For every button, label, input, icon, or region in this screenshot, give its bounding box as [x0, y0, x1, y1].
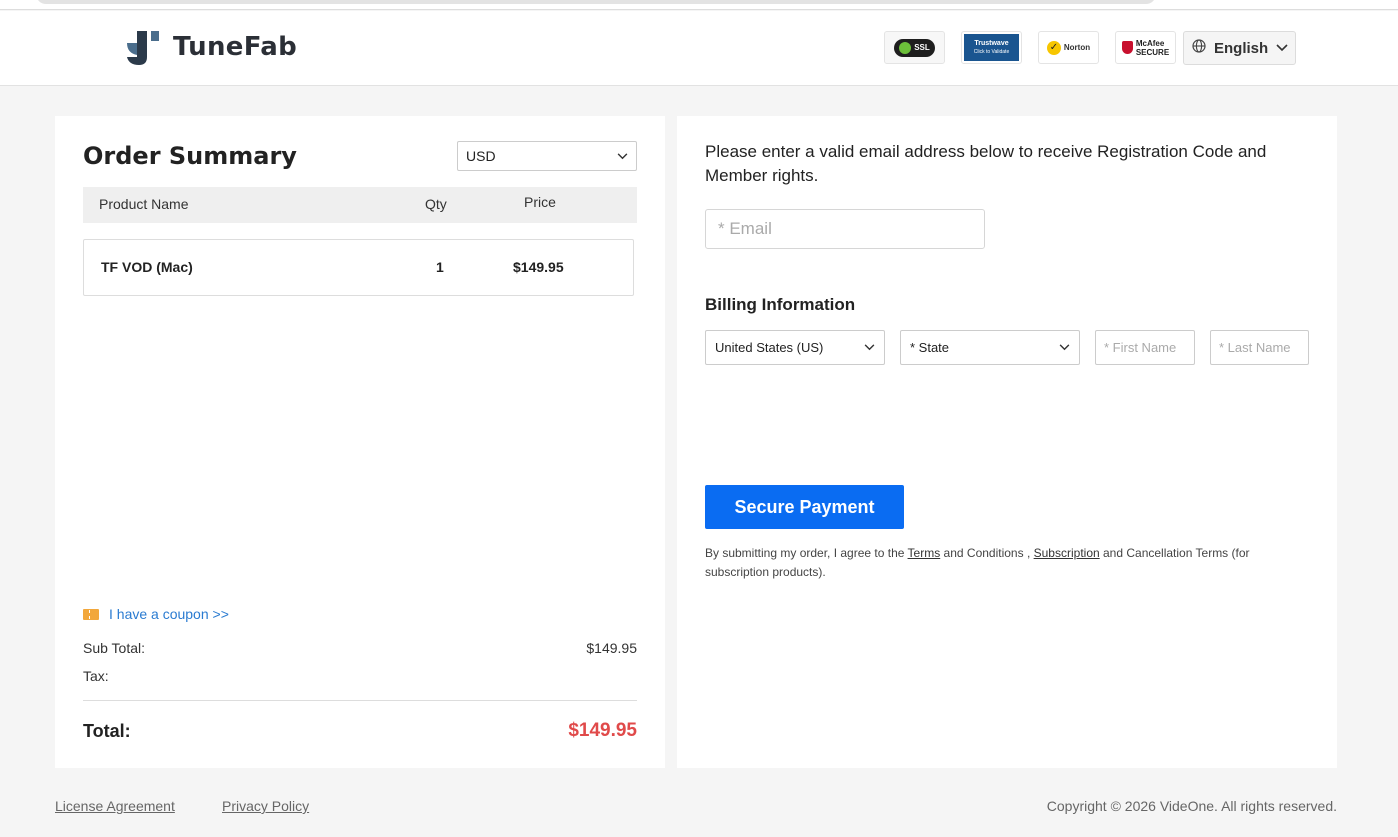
terms-text: By submitting my order, I agree to the T… — [705, 544, 1295, 582]
language-label: English — [1214, 39, 1269, 57]
lock-icon — [899, 41, 912, 54]
chevron-down-icon — [1059, 344, 1070, 351]
logo[interactable]: TuneFab — [123, 27, 297, 67]
state-select[interactable]: * State — [900, 330, 1080, 365]
license-agreement-link[interactable]: License Agreement — [55, 798, 175, 814]
divider — [83, 700, 637, 701]
product-price: $149.95 — [513, 259, 564, 275]
tax-row: Tax: — [83, 668, 637, 684]
chevron-down-icon — [864, 344, 875, 351]
total-value: $149.95 — [568, 720, 637, 741]
trustwave-badge[interactable]: Trustwave Click to Validate — [961, 31, 1022, 64]
browser-top-strip — [0, 0, 1398, 10]
first-name-field[interactable] — [1095, 330, 1195, 365]
ssl-label: SSL — [914, 43, 930, 52]
checkout-form-panel: Please enter a valid email address below… — [677, 116, 1337, 768]
shield-icon — [1121, 41, 1133, 54]
chevron-down-icon — [617, 152, 628, 160]
copyright: Copyright © 2026 VideOne. All rights res… — [1046, 798, 1337, 814]
checkmark-icon: ✓ — [1046, 40, 1061, 55]
privacy-policy-link[interactable]: Privacy Policy — [222, 798, 309, 814]
order-summary-title: Order Summary — [83, 142, 297, 170]
subtotal-label: Sub Total: — [83, 640, 146, 656]
mcafee-label: McAfee — [1135, 38, 1165, 48]
mcafee-badge[interactable]: McAfee SECURE — [1115, 31, 1176, 64]
mcafee-secure-label: SECURE — [1135, 47, 1170, 57]
terms-prefix: By submitting my order, I agree to the — [705, 546, 908, 560]
subtotal-row: Sub Total: $149.95 — [83, 640, 637, 656]
billing-title: Billing Information — [705, 295, 856, 314]
tax-label: Tax: — [83, 668, 109, 684]
terms-link[interactable]: Terms — [908, 546, 941, 560]
scroll-bar — [36, 0, 1156, 4]
currency-value: USD — [466, 148, 496, 164]
trust-badges: SSL Trustwave Click to Validate ✓ Norton M… — [884, 31, 1176, 64]
order-table-header: Product Name Qty Price — [83, 187, 637, 223]
language-selector[interactable]: English — [1183, 31, 1296, 65]
ssl-badge[interactable]: SSL — [884, 31, 945, 64]
terms-middle: and Conditions , — [940, 546, 1034, 560]
norton-label: Norton — [1063, 43, 1091, 52]
coupon-label: I have a coupon >> — [109, 606, 229, 622]
chevron-down-icon — [1276, 44, 1288, 52]
total-label: Total: — [83, 721, 131, 741]
globe-icon — [1192, 39, 1206, 57]
brand-name: TuneFab — [173, 32, 298, 62]
product-name: TF VOD (Mac) — [101, 259, 193, 275]
trustwave-label: Trustwave — [974, 39, 1009, 47]
currency-select[interactable]: USD — [457, 141, 637, 171]
email-field[interactable] — [705, 209, 985, 249]
column-price: Price — [524, 194, 556, 210]
secure-payment-button[interactable]: Secure Payment — [705, 485, 904, 529]
column-qty: Qty — [425, 196, 447, 212]
last-name-field[interactable] — [1210, 330, 1309, 365]
ticket-icon — [83, 608, 99, 620]
norton-badge[interactable]: ✓ Norton — [1038, 31, 1099, 64]
order-summary-panel: Order Summary USD Product Name Qty Price… — [55, 116, 665, 768]
product-qty: 1 — [436, 259, 444, 275]
table-row: TF VOD (Mac) 1 $149.95 — [83, 239, 634, 296]
subscription-link[interactable]: Subscription — [1034, 546, 1100, 560]
trustwave-sub-label: Click to Validate — [973, 48, 1010, 55]
email-instruction: Please enter a valid email address below… — [705, 142, 1267, 185]
subtotal-value: $149.95 — [586, 640, 637, 656]
site-header: TuneFab SSL Trustwave Click to Validate ✓… — [0, 11, 1398, 86]
country-value: United States (US) — [715, 340, 824, 355]
tunefab-logo-icon — [123, 27, 163, 67]
coupon-link[interactable]: I have a coupon >> — [83, 606, 229, 622]
country-select[interactable]: United States (US) — [705, 330, 885, 365]
state-value: * State — [910, 340, 950, 355]
column-product: Product Name — [99, 196, 189, 212]
